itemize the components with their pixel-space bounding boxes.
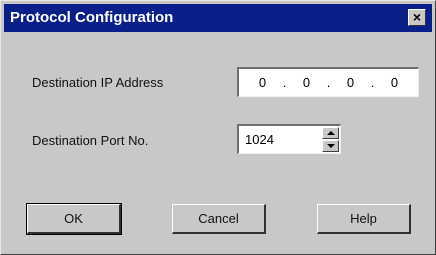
ip-octet-4[interactable]: 0 bbox=[383, 75, 407, 90]
ip-separator: . bbox=[326, 75, 331, 90]
spin-down-button[interactable] bbox=[322, 140, 339, 152]
arrow-down-icon bbox=[327, 144, 335, 148]
protocol-configuration-dialog: Protocol Configuration × Destination IP … bbox=[0, 0, 436, 255]
destination-port-input[interactable] bbox=[239, 126, 319, 153]
ip-octet-3[interactable]: 0 bbox=[339, 75, 363, 90]
ip-octet-1[interactable]: 0 bbox=[251, 75, 275, 90]
title-bar: Protocol Configuration × bbox=[4, 4, 432, 32]
port-spinner bbox=[322, 127, 339, 152]
close-button[interactable]: × bbox=[408, 9, 426, 26]
arrow-up-icon bbox=[327, 131, 335, 135]
destination-ip-label: Destination IP Address bbox=[32, 75, 164, 90]
help-button[interactable]: Help bbox=[317, 204, 411, 234]
ip-octet-2[interactable]: 0 bbox=[295, 75, 319, 90]
cancel-button[interactable]: Cancel bbox=[172, 204, 266, 234]
destination-ip-field[interactable]: 0 . 0 . 0 . 0 bbox=[237, 67, 419, 97]
destination-port-label: Destination Port No. bbox=[32, 133, 149, 148]
spin-up-button[interactable] bbox=[322, 127, 339, 139]
dialog-title: Protocol Configuration bbox=[10, 9, 174, 26]
ip-separator: . bbox=[282, 75, 287, 90]
close-icon: × bbox=[412, 9, 422, 25]
ok-button[interactable]: OK bbox=[26, 203, 122, 235]
destination-port-spinbox bbox=[237, 124, 341, 154]
ip-separator: . bbox=[370, 75, 375, 90]
